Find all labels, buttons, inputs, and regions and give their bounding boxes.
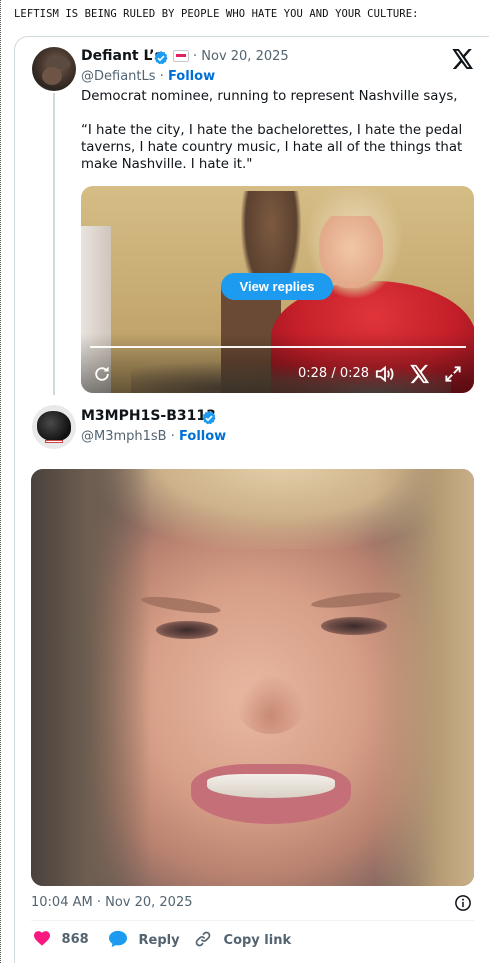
follow-button-defiantls[interactable]: Follow [168, 69, 215, 84]
follow-button-m3mph1s[interactable]: Follow [179, 429, 226, 444]
photo-eye-right [321, 617, 387, 635]
avatar-dark-figure [37, 411, 71, 441]
affiliate-badge-icon [173, 50, 189, 62]
video-progress-bar[interactable] [90, 346, 466, 348]
photo-teeth [207, 774, 335, 798]
x-watermark-icon[interactable] [410, 364, 430, 384]
handle-row-defiantls: @DefiantLs · Follow [81, 69, 215, 84]
photo-nose [236, 674, 306, 734]
separator-dot: · [159, 69, 164, 84]
reply-bubble-icon [109, 930, 127, 948]
link-icon [195, 931, 211, 947]
like-count: 868 [61, 932, 89, 947]
thread-connector-line [53, 93, 55, 395]
video-controls-shade [81, 333, 474, 393]
video-player[interactable]: View replies 0:28 / 0:28 [81, 186, 474, 393]
tweet-text-quote: “I hate the city, I hate the bachelorett… [81, 123, 463, 172]
reply-button[interactable]: Reply [108, 930, 180, 948]
photo-hair-right [374, 469, 474, 886]
like-button[interactable]: 868 [33, 930, 89, 947]
tweet-photo[interactable] [31, 469, 474, 886]
separator-dot: · [170, 429, 175, 444]
handle-defiantls[interactable]: @DefiantLs [81, 69, 156, 84]
copy-link-label: Copy link [223, 933, 292, 948]
replay-icon[interactable] [92, 364, 112, 384]
tweet-timestamp[interactable]: 10:04 AM · Nov 20, 2025 [31, 895, 193, 910]
verified-badge-icon [154, 51, 168, 65]
video-time-readout: 0:28 / 0:28 [298, 366, 370, 381]
view-replies-button[interactable]: View replies [221, 273, 333, 300]
author-name-defiantls[interactable]: Defiant L’s [81, 48, 163, 64]
avatar-defiantls[interactable] [32, 47, 76, 91]
tweet-date-defiantls[interactable]: · Nov 20, 2025 [193, 49, 289, 64]
reply-label: Reply [138, 933, 180, 948]
expand-icon[interactable] [443, 364, 463, 384]
headline-text: LEFTISM IS BEING RULED BY PEOPLE WHO HAT… [14, 8, 419, 20]
avatar-face-shape [42, 67, 62, 85]
handle-row-m3mph1s: @M3mph1sB · Follow [81, 429, 226, 444]
photo-hair-left [31, 469, 151, 886]
avatar-label-shape [45, 440, 63, 443]
photo-eye-left [156, 621, 218, 639]
author-name-m3mph1s[interactable]: M3MPH1S-B3113 [81, 408, 216, 424]
tweet-text-line-1: Democrat nominee, running to represent N… [81, 89, 458, 104]
x-logo-icon[interactable] [452, 49, 474, 69]
volume-icon[interactable] [374, 364, 396, 384]
verified-badge-icon [202, 411, 216, 425]
photo-brow-left [140, 593, 222, 617]
tweet-text-defiantls: Democrat nominee, running to represent N… [81, 88, 477, 190]
info-icon[interactable] [454, 894, 472, 912]
actions-divider [31, 920, 474, 921]
page-border [0, 0, 2, 963]
avatar-m3mph1s[interactable] [32, 405, 76, 449]
handle-m3mph1s[interactable]: @M3mph1sB [81, 429, 167, 444]
copy-link-button[interactable]: Copy link [194, 930, 291, 948]
heart-icon [34, 931, 50, 946]
